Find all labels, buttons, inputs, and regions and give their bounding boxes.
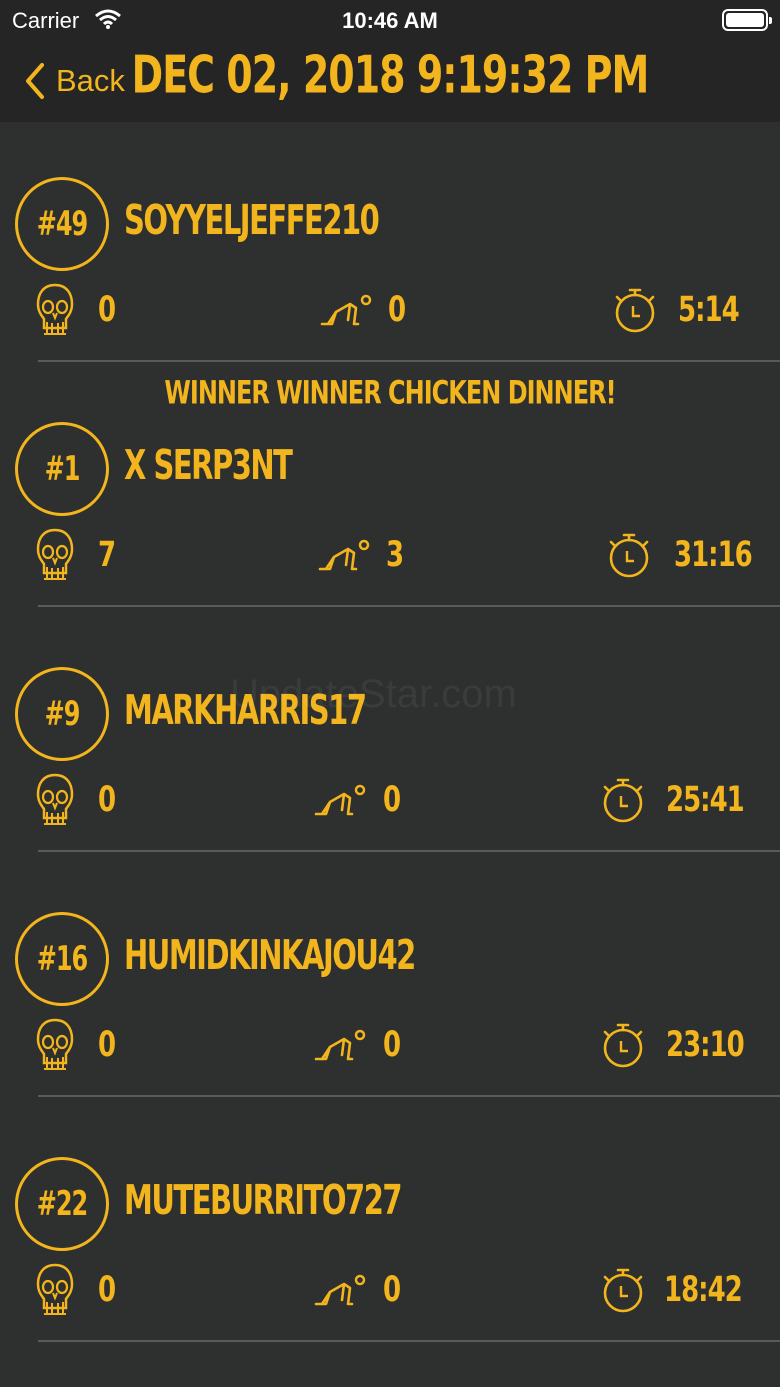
knocks-value: 0	[383, 1025, 401, 1066]
rank-badge: #49	[15, 177, 109, 271]
skull-icon	[35, 772, 75, 833]
rank-label: #49	[36, 204, 89, 244]
rank-badge: #22	[15, 1157, 109, 1251]
battery-icon	[722, 9, 772, 31]
survival-time-value: 23:10	[666, 1025, 745, 1066]
kills-value: 0	[98, 1025, 116, 1066]
knocks-value: 0	[383, 780, 401, 821]
skull-icon	[35, 1017, 75, 1078]
skull-icon	[35, 1262, 75, 1323]
divider	[38, 1340, 780, 1342]
survival-time-value: 31:16	[674, 535, 753, 576]
navigation-bar: Back DEC 02, 2018 9:19:32 PM	[0, 40, 780, 122]
status-bar: Carrier 10:46 AM	[0, 0, 780, 40]
skull-icon	[35, 282, 75, 343]
watermark: UpdateStar.com	[230, 672, 517, 716]
kills-value: 0	[98, 780, 116, 821]
status-time: 10:46 AM	[342, 8, 438, 33]
skull-icon	[35, 527, 75, 588]
player-name: SOYYELJEFFE210	[124, 196, 380, 244]
stopwatch-icon	[612, 285, 658, 340]
rank-label: #16	[36, 939, 89, 979]
crawling-person-icon	[318, 290, 374, 335]
player-name: HUMIDKINKAJOU42	[124, 931, 416, 979]
crawling-person-icon	[312, 1025, 368, 1070]
divider	[38, 1095, 780, 1097]
page-title: DEC 02, 2018 9:19:32 PM	[131, 45, 650, 105]
rank-badge: #9	[15, 667, 109, 761]
survival-time-value: 5:14	[678, 290, 740, 331]
rank-label: #9	[44, 694, 81, 734]
divider	[38, 360, 780, 362]
player-name: MUTEBURRITO727	[124, 1176, 403, 1224]
crawling-person-icon	[312, 1270, 368, 1315]
rank-badge: #1	[15, 422, 109, 516]
knocks-value: 0	[388, 290, 406, 331]
kills-value: 0	[98, 290, 116, 331]
rank-label: #1	[44, 449, 81, 489]
divider	[38, 605, 780, 607]
rank-label: #22	[36, 1184, 89, 1224]
knocks-value: 3	[386, 535, 404, 576]
list-item[interactable]: #22 MUTEBURRITO727 0 0 18:42	[0, 1102, 780, 1347]
stopwatch-icon	[600, 1265, 646, 1320]
divider	[38, 850, 780, 852]
kills-value: 0	[98, 1270, 116, 1311]
crawling-person-icon	[316, 535, 372, 580]
list-item[interactable]: #16 HUMIDKINKAJOU42 0 0 23:10	[0, 857, 780, 1102]
stopwatch-icon	[600, 1020, 646, 1075]
survival-time-value: 25:41	[666, 780, 745, 821]
survival-time-value: 18:42	[664, 1270, 743, 1311]
knocks-value: 0	[383, 1270, 401, 1311]
stopwatch-icon	[606, 530, 652, 585]
rank-badge: #16	[15, 912, 109, 1006]
list-item[interactable]: #1 X SERP3NT 7 3 31:16	[0, 367, 780, 612]
player-name: X SERP3NT	[124, 441, 293, 489]
stopwatch-icon	[600, 775, 646, 830]
kills-value: 7	[98, 535, 116, 576]
list-item[interactable]: #49 SOYYELJEFFE210 0 0 5:14	[0, 122, 780, 367]
list-item[interactable]: #9 MARKHARRIS17 0 0 25:41	[0, 612, 780, 857]
crawling-person-icon	[312, 780, 368, 825]
